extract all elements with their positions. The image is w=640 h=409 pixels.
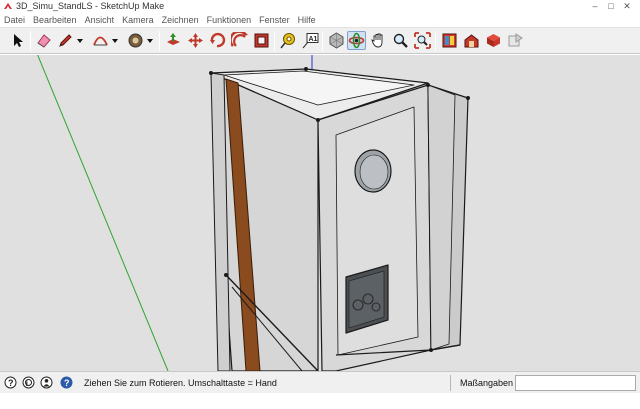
menu-hilfe[interactable]: Hilfe	[298, 14, 316, 27]
chevron-down-icon[interactable]	[77, 38, 83, 44]
components-icon[interactable]	[484, 31, 503, 50]
chevron-down-icon[interactable]	[147, 38, 153, 44]
svg-text:?: ?	[64, 378, 70, 388]
credits-icon[interactable]: i	[22, 376, 35, 389]
toolbar: A1	[0, 27, 640, 54]
orbit-icon[interactable]	[347, 31, 366, 50]
menu-funktionen[interactable]: Funktionen	[207, 14, 252, 27]
status-hint: Ziehen Sie zum Rotieren. Umschalttaste =…	[84, 378, 277, 388]
zoom-icon[interactable]	[391, 31, 410, 50]
menu-ansicht[interactable]: Ansicht	[85, 14, 115, 27]
window-bottom-edge	[0, 393, 640, 409]
share-model-icon[interactable]	[327, 31, 346, 50]
minimize-icon[interactable]: –	[588, 1, 602, 12]
extension-warehouse-icon[interactable]	[462, 31, 481, 50]
zoom-extents-icon[interactable]	[413, 31, 432, 50]
3d-warehouse-icon[interactable]	[440, 31, 459, 50]
move-icon[interactable]	[186, 31, 205, 50]
geolocation-icon[interactable]: ?	[4, 376, 17, 389]
pencil-line-icon[interactable]	[56, 31, 75, 50]
tape-measure-icon[interactable]	[279, 31, 298, 50]
offset-icon[interactable]	[230, 31, 249, 50]
paint-bucket-icon[interactable]	[126, 31, 145, 50]
measurements-label: Maßangaben	[460, 378, 514, 388]
eraser-icon[interactable]	[34, 31, 53, 50]
chevron-down-icon[interactable]	[112, 38, 118, 44]
3d-model-canvas[interactable]	[0, 55, 640, 371]
select-arrow-icon[interactable]	[8, 31, 27, 50]
measurements-input[interactable]	[515, 375, 636, 391]
maximize-icon[interactable]: □	[604, 1, 618, 12]
menu-bar: Datei Bearbeiten Ansicht Kamera Zeichnen…	[0, 14, 640, 27]
menu-datei[interactable]: Datei	[4, 14, 25, 27]
menu-fenster[interactable]: Fenster	[259, 14, 290, 27]
stand-model	[209, 67, 470, 371]
user-icon[interactable]	[40, 376, 53, 389]
menu-zeichnen[interactable]: Zeichnen	[162, 14, 199, 27]
rotate-icon[interactable]	[208, 31, 227, 50]
text-label-icon[interactable]: A1	[301, 31, 320, 50]
green-axis	[37, 55, 169, 371]
divider	[450, 375, 451, 391]
help-icon[interactable]: ?	[60, 376, 73, 389]
window-title: 3D_Simu_StandLS - SketchUp Make	[16, 1, 165, 11]
title-bar: 3D_Simu_StandLS - SketchUp Make – □ ✕	[0, 0, 640, 14]
model-viewport[interactable]	[0, 55, 640, 371]
share-model-icon[interactable]	[506, 31, 525, 50]
menu-bearbeiten[interactable]: Bearbeiten	[33, 14, 77, 27]
close-icon[interactable]: ✕	[620, 1, 634, 12]
status-bar: ? i ? Ziehen Sie zum Rotieren. Umschaltt…	[0, 371, 640, 393]
menu-kamera[interactable]: Kamera	[122, 14, 154, 27]
offset-icon[interactable]	[252, 31, 271, 50]
svg-text:A1: A1	[309, 36, 318, 43]
sketchup-logo-icon	[4, 3, 12, 9]
pan-hand-icon[interactable]	[369, 31, 388, 50]
arc-icon[interactable]	[91, 31, 110, 50]
svg-text:?: ?	[8, 378, 14, 388]
push-pull-icon[interactable]	[164, 31, 183, 50]
